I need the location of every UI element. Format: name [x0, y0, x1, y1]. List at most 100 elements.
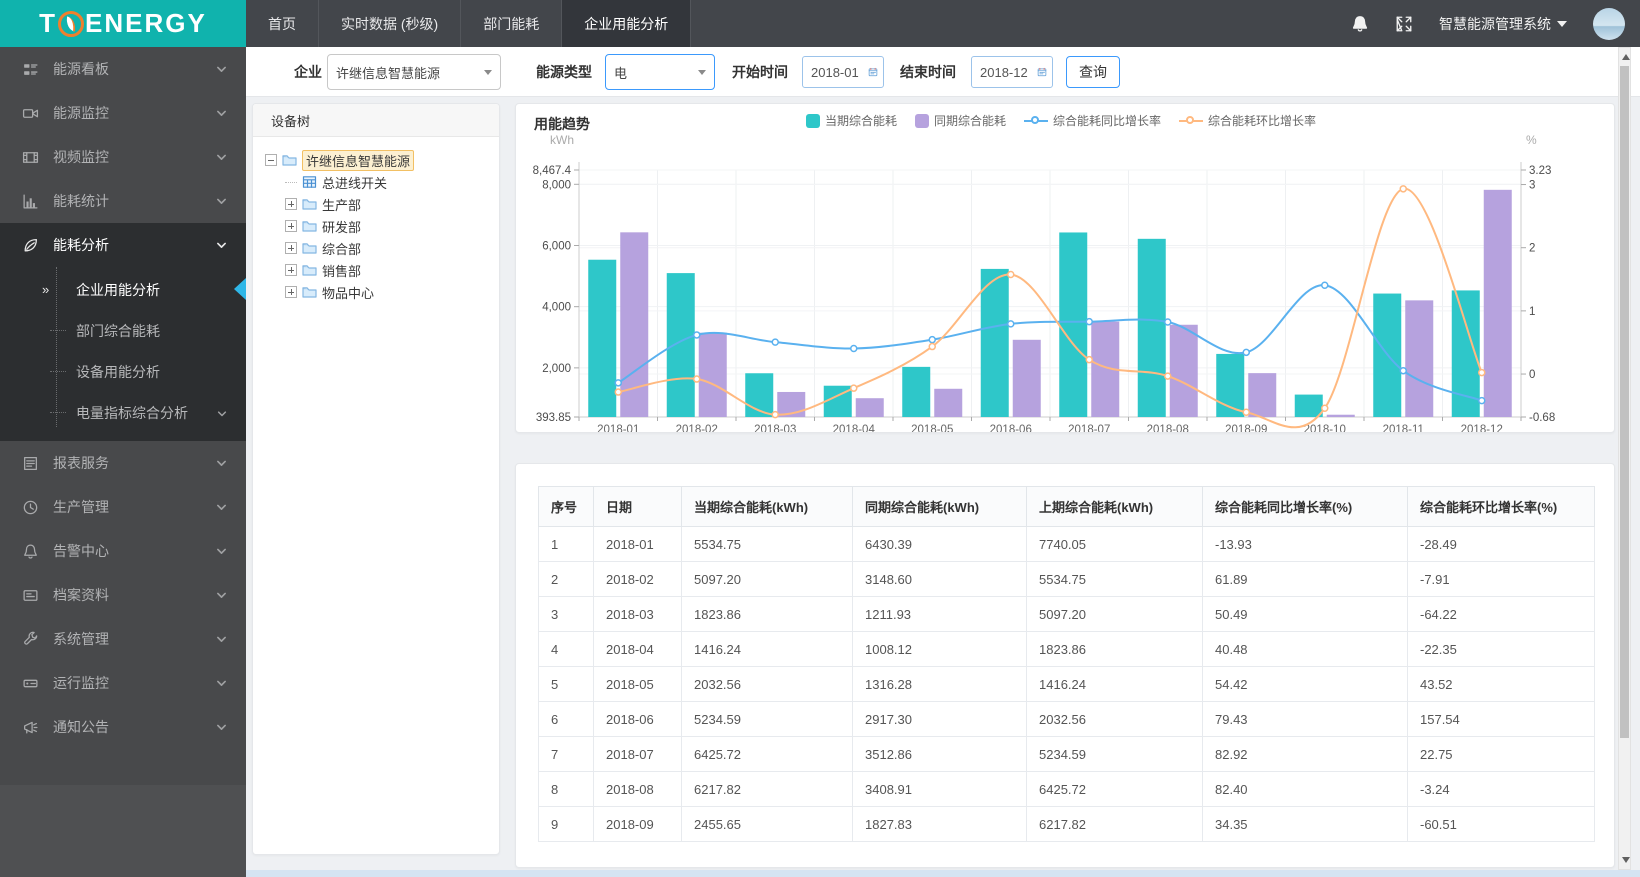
table-cell: 5 — [538, 666, 594, 702]
end-time-input[interactable] — [980, 64, 1032, 80]
legend-yoy-growth-rate[interactable]: 综合能耗同比增长率 — [1024, 112, 1161, 129]
tree-node-rnd-dept[interactable]: 研发部 — [265, 215, 491, 237]
user-avatar[interactable] — [1593, 7, 1625, 40]
table-cell: 1827.83 — [852, 806, 1027, 842]
submenu-item-department-comprehensive-energy[interactable]: 部门综合能耗 — [0, 310, 246, 351]
table-row: 6 2018-06 5234.59 2917.30 2032.56 79.43 157.54 — [538, 701, 1595, 737]
tab-realtime-data[interactable]: 实时数据 (秒级) — [319, 0, 462, 47]
folder-icon — [301, 262, 318, 278]
sidebar-item-report-service[interactable]: 报表服务 — [0, 441, 246, 485]
legend-mom-growth-rate[interactable]: 综合能耗环比增长率 — [1179, 112, 1316, 129]
tree-node-label[interactable]: 销售部 — [322, 261, 361, 280]
table-header-cell: 当期综合能耗(kWh) — [681, 486, 853, 527]
sidebar-item-production-management[interactable]: 生产管理 — [0, 485, 246, 529]
tree-node-label[interactable]: 研发部 — [322, 217, 361, 236]
tab-home[interactable]: 首页 — [246, 0, 319, 47]
tree-node-label-selected[interactable]: 许继信息智慧能源 — [302, 149, 415, 171]
tree-expand-icon[interactable] — [285, 242, 297, 254]
active-submenu-marker-icon — [234, 278, 246, 300]
query-button[interactable]: 查询 — [1066, 56, 1120, 88]
svg-text:2018-05: 2018-05 — [911, 424, 953, 432]
sidebar-item-system-management[interactable]: 系统管理 — [0, 617, 246, 661]
tree-node-sales-dept[interactable]: 销售部 — [265, 259, 491, 281]
chevron-down-icon — [216, 407, 228, 419]
vertical-scrollbar[interactable] — [1618, 47, 1631, 870]
tree-expand-icon[interactable] — [285, 264, 297, 276]
table-row: 8 2018-08 6217.82 3408.91 6425.72 82.40 -3.24 — [538, 771, 1595, 807]
svg-text:4,000: 4,000 — [542, 302, 571, 314]
folder-icon — [301, 196, 318, 212]
table-cell: 54.42 — [1202, 666, 1408, 702]
sidebar-item-energy-statistics[interactable]: 能耗统计 — [0, 179, 246, 223]
table-cell: 8 — [538, 771, 594, 807]
table-header-cell: 综合能耗环比增长率(%) — [1407, 486, 1595, 527]
chevron-down-icon — [215, 457, 228, 470]
sidebar-item-operation-monitoring[interactable]: 运行监控 — [0, 661, 246, 705]
device-tree: 许继信息智慧能源 总进线开关 生产部 研发部 综合部 销售部 物品中心 — [253, 137, 499, 303]
tree-node-goods-center[interactable]: 物品中心 — [265, 281, 491, 303]
tree-node-main-switch[interactable]: 总进线开关 — [265, 171, 491, 193]
scroll-down-arrow-icon[interactable] — [1622, 857, 1630, 863]
sidebar-item-energy-monitoring[interactable]: 能源监控 — [0, 91, 246, 135]
tree-node-label[interactable]: 总进线开关 — [322, 173, 387, 192]
svg-text:2018-12: 2018-12 — [1461, 424, 1503, 432]
notification-bell-icon[interactable] — [1351, 15, 1369, 33]
sidebar-item-label: 视频监控 — [53, 149, 109, 165]
energy-type-select[interactable]: 电 — [605, 54, 715, 90]
folder-icon — [301, 218, 318, 234]
submenu-item-device-energy-analysis[interactable]: 设备用能分析 — [0, 351, 246, 392]
submenu-item-power-index-analysis[interactable]: 电量指标综合分析 — [0, 392, 246, 433]
logo-text-left: T — [39, 8, 58, 38]
tree-collapse-icon[interactable] — [265, 154, 277, 166]
sidebar-item-label: 能源看板 — [53, 61, 109, 77]
table-header-cell: 日期 — [593, 486, 682, 527]
fullscreen-icon[interactable] — [1395, 15, 1413, 33]
megaphone-icon — [22, 719, 39, 736]
svg-text:1: 1 — [1529, 306, 1535, 318]
tree-expand-icon[interactable] — [285, 286, 297, 298]
tab-department-energy[interactable]: 部门能耗 — [461, 0, 563, 47]
sidebar-item-video-monitoring[interactable]: 视频监控 — [0, 135, 246, 179]
sidebar-item-energy-dashboard[interactable]: 能源看板 — [0, 47, 246, 91]
sidebar-item-label: 能源监控 — [53, 105, 109, 121]
leaf-icon — [22, 237, 39, 254]
tree-node-label[interactable]: 综合部 — [322, 239, 361, 258]
company-select[interactable]: 许继信息智慧能源 — [327, 54, 501, 90]
tree-node-label[interactable]: 物品中心 — [322, 283, 374, 302]
end-time-label: 结束时间 — [900, 64, 956, 80]
tree-node-production-dept[interactable]: 生产部 — [265, 193, 491, 215]
sidebar-item-notice-announcement[interactable]: 通知公告 — [0, 705, 246, 749]
tree-expand-icon[interactable] — [285, 198, 297, 210]
trend-chart[interactable]: 8,467.4 8,000 6,000 4,000 2,000 393.85 3.23 3 2 1… — [516, 132, 1614, 432]
sidebar-item-archive-data[interactable]: 档案资料 — [0, 573, 246, 617]
folder-open-icon — [281, 152, 298, 168]
system-title-dropdown[interactable]: 智慧能源管理系统 — [1439, 14, 1567, 34]
table-cell: 2018-09 — [593, 806, 682, 842]
scroll-up-arrow-icon[interactable] — [1622, 54, 1630, 60]
table-row: 4 2018-04 1416.24 1008.12 1823.86 40.48 -22.35 — [538, 631, 1595, 667]
tree-node-general-dept[interactable]: 综合部 — [265, 237, 491, 259]
sidebar-item-energy-analysis[interactable]: 能耗分析 — [0, 223, 246, 267]
calendar-icon[interactable] — [868, 64, 878, 80]
tree-expand-icon[interactable] — [285, 220, 297, 232]
chevron-down-icon — [215, 633, 228, 646]
legend-same-period-energy[interactable]: 同期综合能耗 — [915, 112, 1006, 129]
svg-text:2,000: 2,000 — [542, 363, 571, 375]
start-time-input[interactable] — [811, 64, 863, 80]
chevron-down-icon — [215, 721, 228, 734]
sidebar-item-label: 通知公告 — [53, 719, 109, 735]
horizontal-scrollbar-strip[interactable] — [246, 870, 1640, 877]
table-cell: 2032.56 — [1026, 701, 1203, 737]
svg-text:2018-07: 2018-07 — [1068, 424, 1110, 432]
sidebar-item-alarm-center[interactable]: 告警中心 — [0, 529, 246, 573]
tree-node-root[interactable]: 许继信息智慧能源 — [265, 149, 491, 171]
legend-line-marker-orange — [1179, 115, 1204, 126]
scrollbar-thumb[interactable] — [1620, 66, 1629, 738]
calendar-icon[interactable] — [1037, 64, 1047, 80]
legend-current-energy[interactable]: 当期综合能耗 — [806, 112, 897, 129]
tab-enterprise-energy-analysis[interactable]: 企业用能分析 — [562, 0, 692, 47]
tree-node-label[interactable]: 生产部 — [322, 195, 361, 214]
svg-text:2018-09: 2018-09 — [1225, 424, 1267, 432]
submenu-item-enterprise-energy-analysis[interactable]: » 企业用能分析 — [0, 269, 246, 310]
table-cell: 2018-02 — [593, 561, 682, 597]
